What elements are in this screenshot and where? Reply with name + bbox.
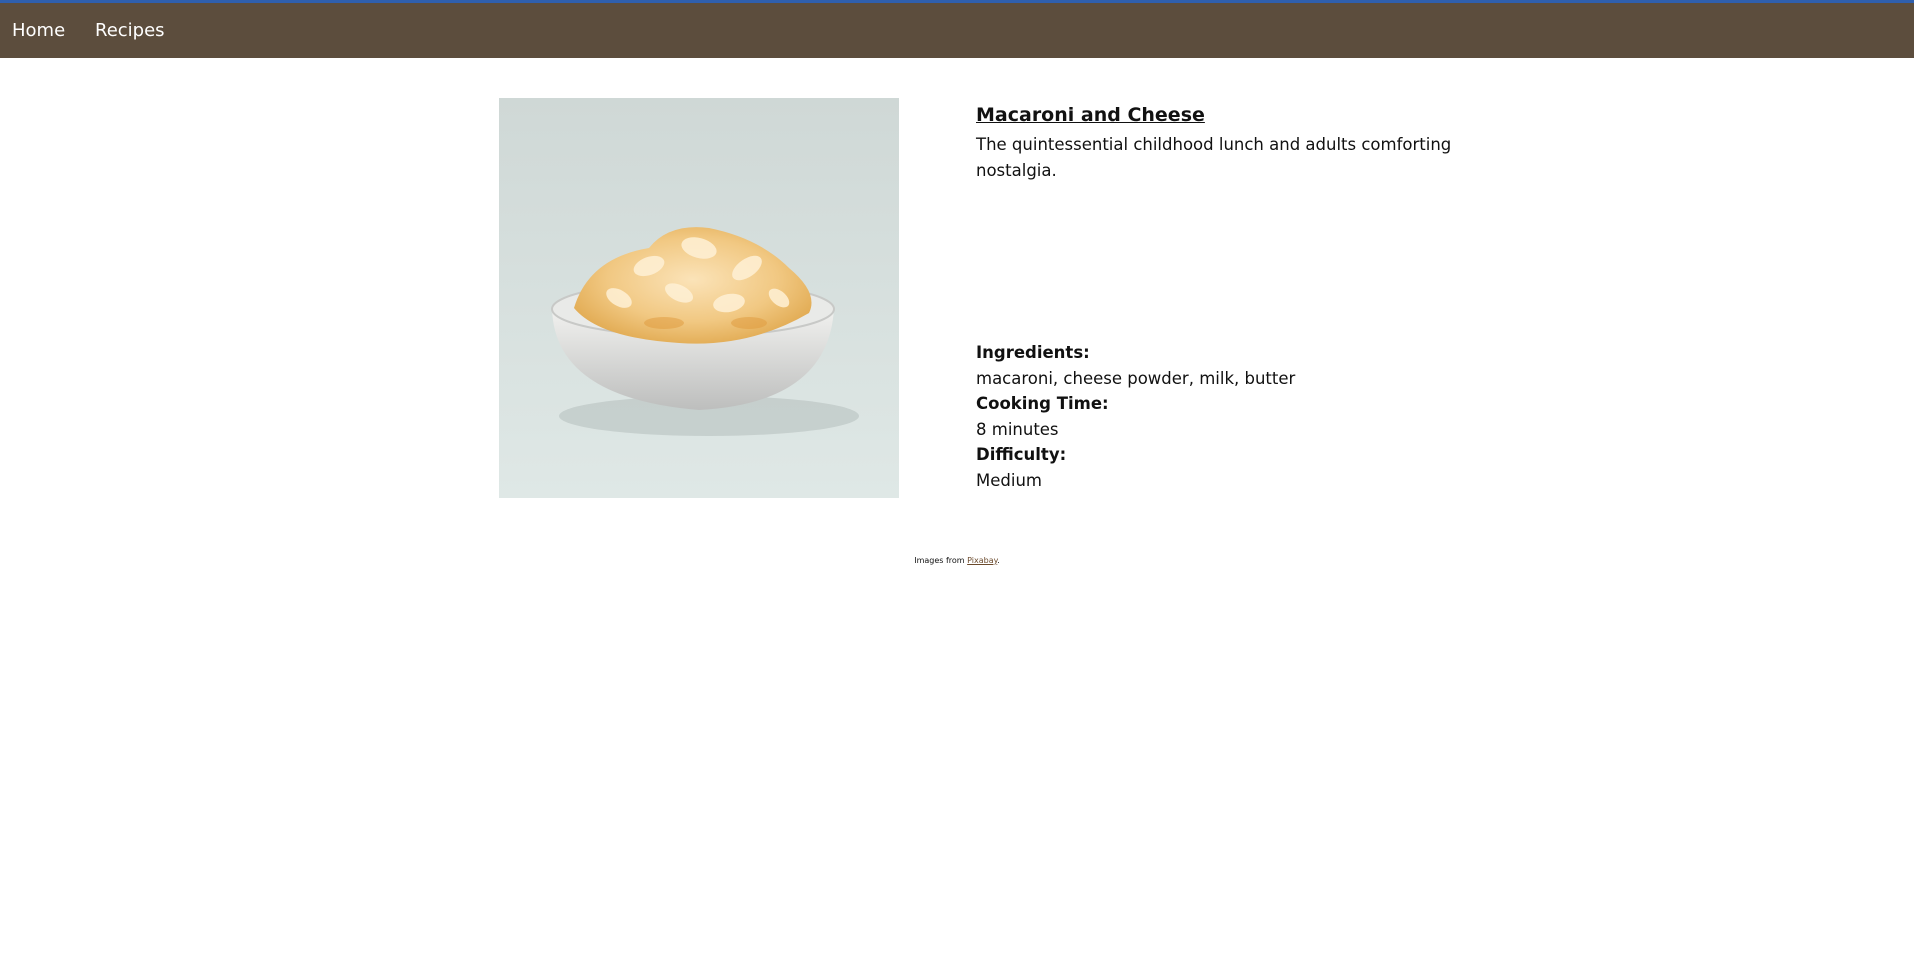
- footer-credit: Images from Pixabay.: [0, 555, 1914, 567]
- recipe-title: Macaroni and Cheese: [976, 104, 1205, 126]
- ingredients-label: Ingredients:: [976, 343, 1090, 362]
- footer-prefix: Images from: [914, 556, 968, 565]
- recipe-photo: [499, 98, 899, 498]
- nav-recipes-link[interactable]: Recipes: [95, 19, 165, 43]
- top-nav-bar: Home Recipes: [0, 0, 1914, 58]
- difficulty-value: Medium: [976, 470, 1042, 490]
- ingredients-value: macaroni, cheese powder, milk, butter: [976, 368, 1296, 388]
- difficulty-label: Difficulty:: [976, 445, 1067, 464]
- pixabay-link[interactable]: Pixabay: [967, 556, 997, 565]
- cooking-time-label: Cooking Time:: [976, 394, 1109, 413]
- footer-suffix: .: [997, 556, 1000, 565]
- recipe-facts: Ingredients: macaroni, cheese powder, mi…: [976, 340, 1466, 493]
- cooking-time-value: 8 minutes: [976, 419, 1059, 439]
- nav-home-link[interactable]: Home: [12, 19, 65, 43]
- recipe-description: The quintessential childhood lunch and a…: [976, 135, 1452, 180]
- recipe-details: Macaroni and Cheese The quintessential c…: [976, 102, 1466, 184]
